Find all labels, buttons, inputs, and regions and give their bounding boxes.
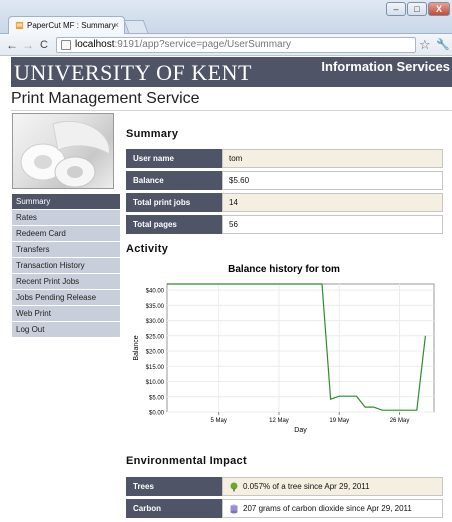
sidebar-item-rates[interactable]: Rates: [12, 210, 120, 225]
y-tick-label: $0.00: [149, 411, 165, 417]
sidebar-item-transfers[interactable]: Transfers: [12, 242, 120, 257]
wrench-icon[interactable]: 🔧: [436, 38, 450, 51]
environment-table: Trees 0.057% of a tree since Apr 29, 201…: [126, 474, 443, 521]
summary-label: Total print jobs: [126, 193, 222, 212]
y-tick-label: $40.00: [146, 289, 165, 295]
y-tick-label: $35.00: [146, 304, 165, 310]
browser-window: PaperCut MF : Summary × – □ X ← → C loca…: [0, 0, 452, 522]
sidebar-nav: Summary Rates Redeem Card Transfers Tran…: [12, 194, 120, 338]
page-icon: [61, 40, 71, 50]
y-tick-label: $10.00: [146, 380, 165, 386]
url-host: localhost: [75, 39, 115, 50]
sidebar-item-transaction-history[interactable]: Transaction History: [12, 258, 120, 273]
page-title: Print Management Service: [11, 90, 200, 107]
balance-chart: Balance history for tom $0.00 $5.00 $10.00…: [126, 261, 442, 437]
browser-toolbar: ← → C localhost:9191/app?service=page/Us…: [0, 34, 452, 56]
tab-close-icon[interactable]: ×: [114, 20, 119, 30]
trees-text: 0.057% of a tree since Apr 29, 2011: [243, 481, 370, 491]
address-bar[interactable]: localhost:9191/app?service=page/UserSumm…: [56, 37, 416, 53]
environment-value: 207 grams of carbon dioxide since Apr 29…: [222, 499, 443, 518]
new-tab-button[interactable]: [123, 20, 149, 33]
url-path: :9191/app?service=page/UserSummary: [114, 39, 291, 50]
tab-strip: PaperCut MF : Summary × – □ X: [0, 0, 452, 34]
environment-label: Trees: [126, 477, 222, 496]
y-axis-label: Balance: [133, 335, 140, 360]
x-tick-label: 5 May: [211, 418, 227, 424]
y-tick-label: $15.00: [146, 365, 165, 371]
papercut-favicon-icon: [15, 21, 24, 30]
x-tick-label: 12 May: [269, 418, 289, 424]
balance-chart-svg: $0.00 $5.00 $10.00 $15.00 $20.00 $25.00 $30.00…: [133, 283, 435, 434]
chart-title: Balance history for tom: [228, 264, 340, 275]
carbon-text: 207 grams of carbon dioxide since Apr 29…: [243, 503, 412, 513]
environment-value: 0.057% of a tree since Apr 29, 2011: [222, 477, 443, 496]
back-arrow-icon[interactable]: ←: [6, 38, 18, 52]
browser-tab[interactable]: PaperCut MF : Summary ×: [8, 16, 125, 34]
maximize-button[interactable]: □: [407, 2, 427, 16]
table-row: Balance $5.60: [126, 171, 443, 190]
summary-table: User name tom Balance $5.60 Total print …: [126, 146, 443, 237]
summary-label: User name: [126, 149, 222, 168]
plot-area: [166, 283, 435, 413]
y-tick-label: $5.00: [149, 395, 165, 401]
tree-icon: [230, 482, 238, 491]
summary-value: 56: [222, 215, 443, 234]
y-tick-label: $30.00: [146, 319, 165, 325]
carbon-icon: [230, 504, 238, 513]
minimize-button[interactable]: –: [386, 2, 406, 16]
service-name: Information Services: [321, 59, 450, 74]
bookmark-star-icon[interactable]: ☆: [419, 37, 431, 53]
activity-heading: Activity: [126, 243, 169, 255]
site-banner: UNIVERSITY OF KENT Information Services: [11, 57, 452, 87]
table-row: Trees 0.057% of a tree since Apr 29, 201…: [126, 477, 443, 496]
sidebar-item-jobs-pending-release[interactable]: Jobs Pending Release: [12, 290, 120, 305]
table-row: User name tom: [126, 149, 443, 168]
forward-arrow-icon[interactable]: →: [22, 38, 34, 52]
paper-rolls-image: [12, 113, 114, 189]
reload-icon[interactable]: C: [40, 38, 48, 52]
table-row: Total pages 56: [126, 215, 443, 234]
y-tick-label: $25.00: [146, 334, 165, 340]
environment-label: Carbon: [126, 499, 222, 518]
sidebar-item-summary[interactable]: Summary: [12, 194, 120, 209]
summary-value: $5.60: [222, 171, 443, 190]
university-logo[interactable]: UNIVERSITY OF KENT: [14, 60, 252, 86]
divider: [11, 110, 452, 111]
table-row: Carbon 207 grams of carbon dioxide since…: [126, 499, 443, 518]
sidebar-item-web-print[interactable]: Web Print: [12, 306, 120, 321]
sidebar-item-redeem-card[interactable]: Redeem Card: [12, 226, 120, 241]
summary-value: tom: [222, 149, 443, 168]
sidebar-item-recent-print-jobs[interactable]: Recent Print Jobs: [12, 274, 120, 289]
x-axis-label: Day: [294, 427, 307, 434]
summary-label: Balance: [126, 171, 222, 190]
summary-value: 14: [222, 193, 443, 212]
close-window-button[interactable]: X: [428, 2, 450, 16]
summary-label: Total pages: [126, 215, 222, 234]
url-text: localhost:9191/app?service=page/UserSumm…: [75, 38, 291, 52]
x-tick-label: 26 May: [390, 418, 410, 424]
environment-heading: Environmental Impact: [126, 455, 247, 467]
y-tick-label: $20.00: [146, 350, 165, 356]
summary-heading: Summary: [126, 128, 179, 140]
table-row: Total print jobs 14: [126, 193, 443, 212]
tab-title: PaperCut MF : Summary: [27, 21, 116, 30]
sidebar-item-log-out[interactable]: Log Out: [12, 322, 120, 337]
x-tick-label: 19 May: [329, 418, 349, 424]
